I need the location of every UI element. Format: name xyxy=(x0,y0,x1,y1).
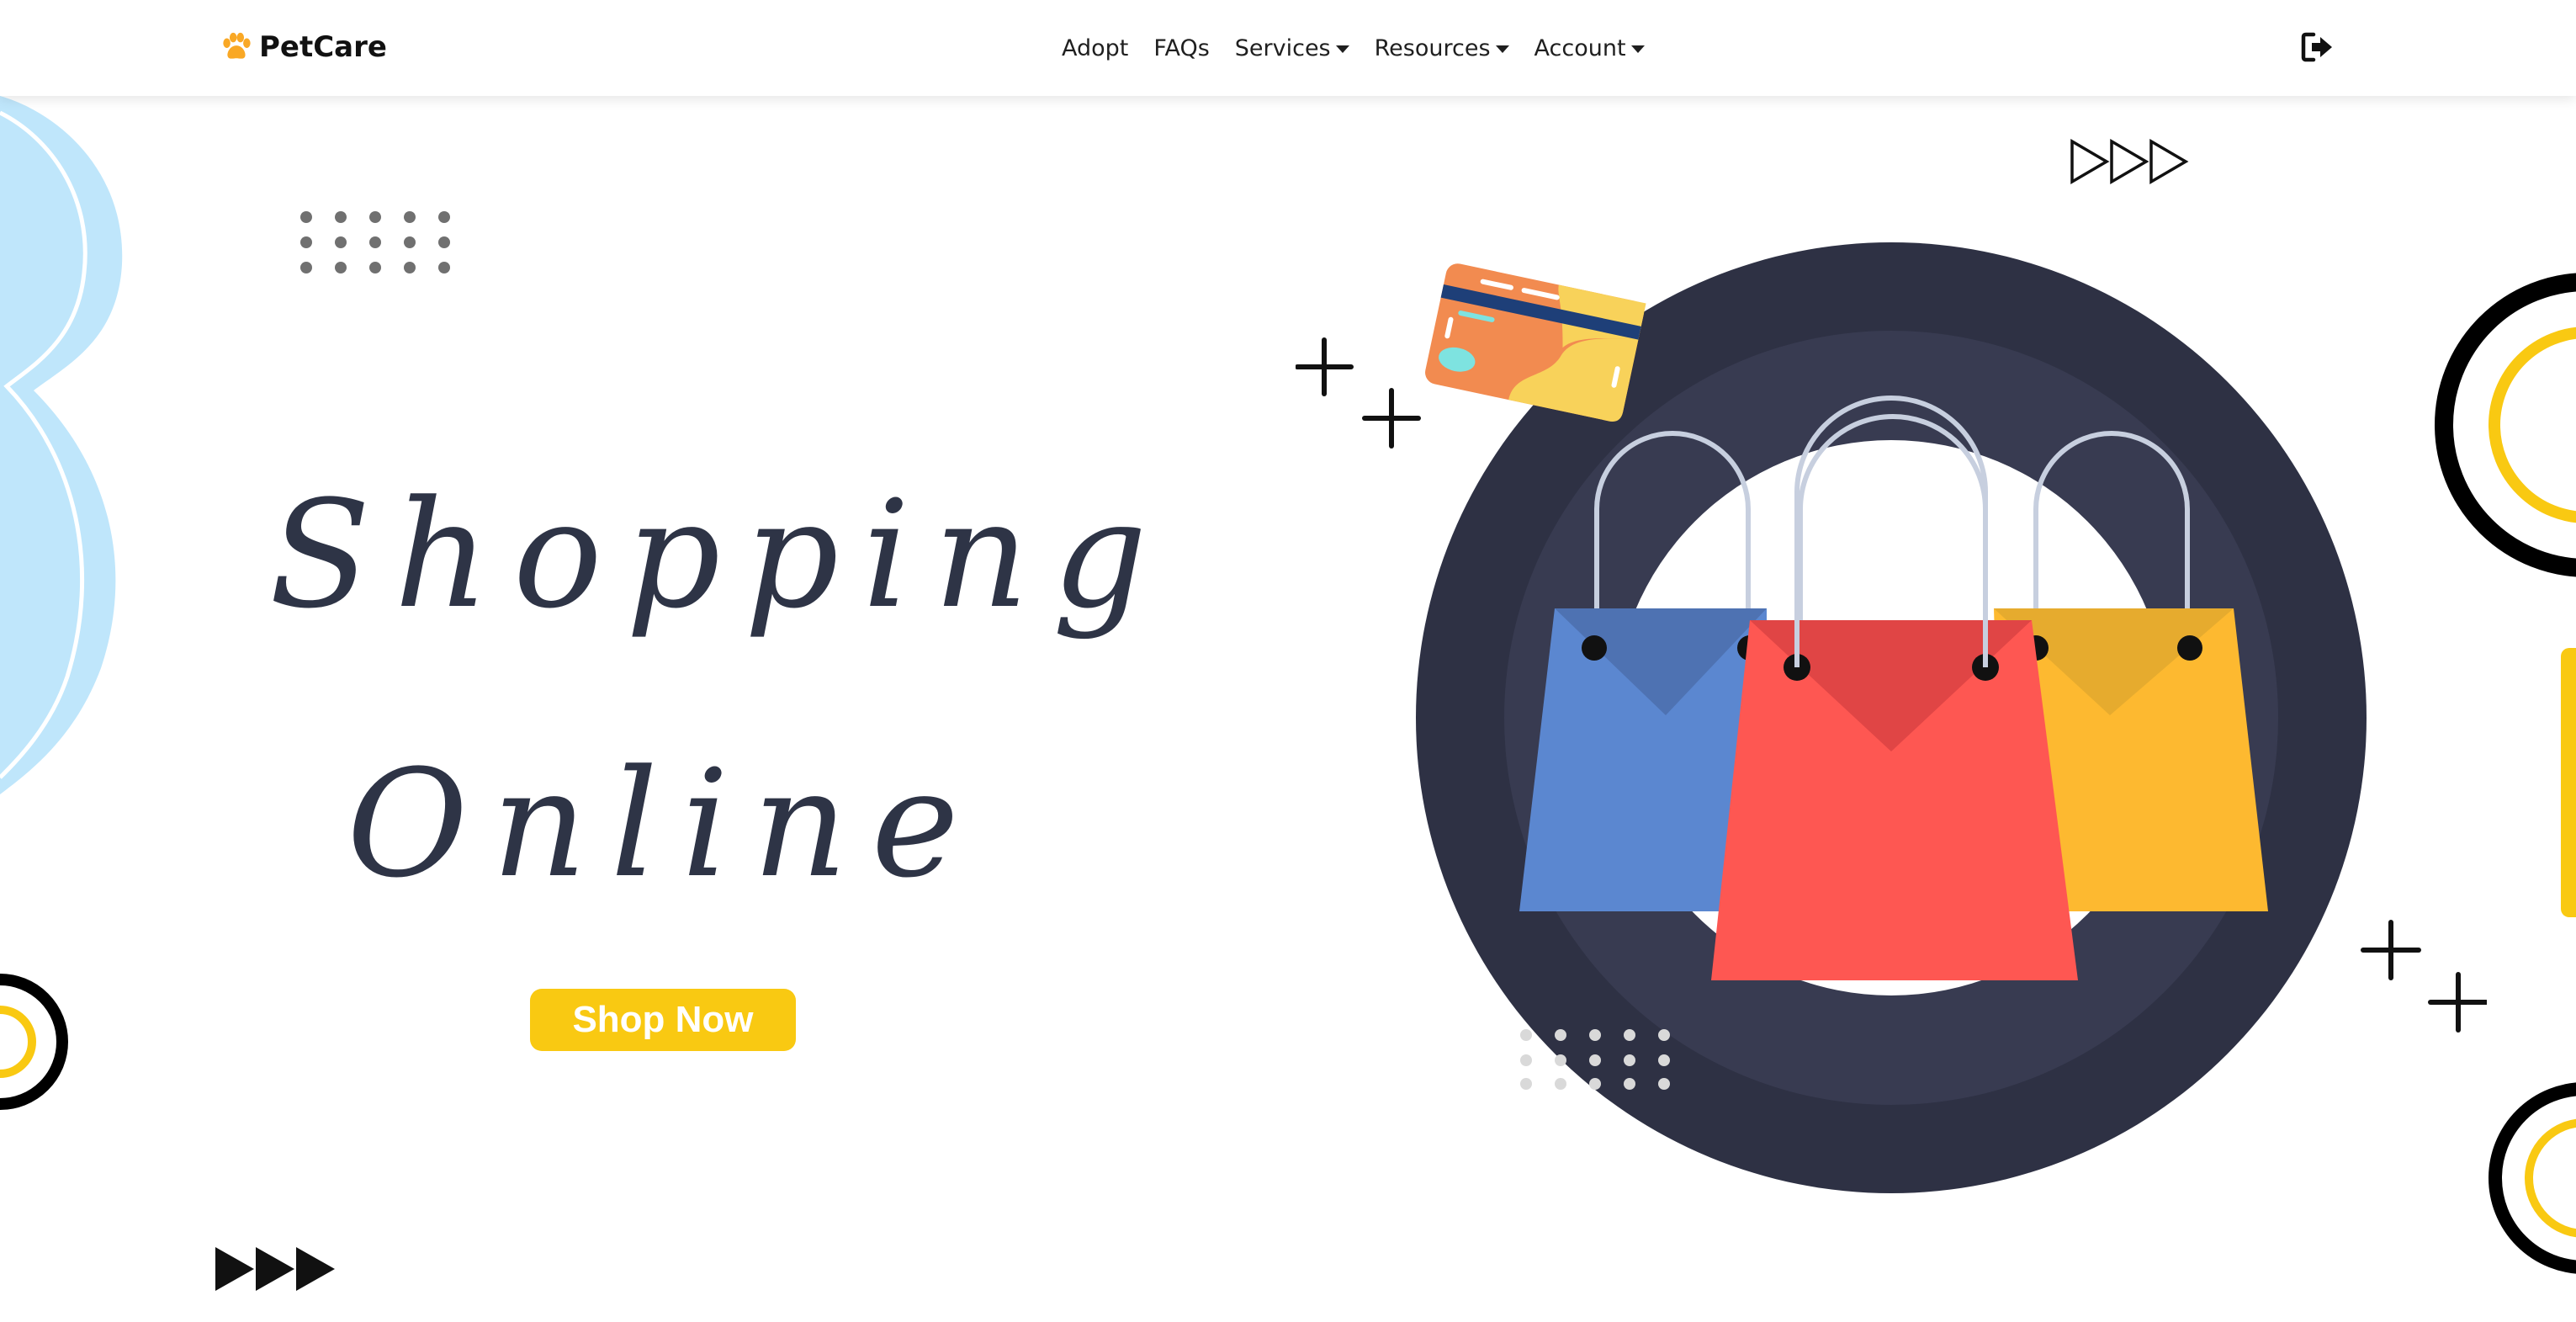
nav-item-label: FAQs xyxy=(1153,35,1210,61)
hero-title-line2: Online xyxy=(347,738,983,911)
sign-out-icon xyxy=(2301,32,2332,62)
caret-down-icon xyxy=(1495,45,1509,53)
main-nav: Adopt FAQs Services Resources Account xyxy=(1062,27,1645,69)
caret-down-icon xyxy=(1630,45,1645,53)
concentric-arc-decoration-right-bottom xyxy=(2489,1082,2576,1274)
blue-wave-blob-decoration xyxy=(0,96,123,794)
nav-item-account[interactable]: Account xyxy=(1534,35,1645,61)
logout-button[interactable] xyxy=(2300,30,2335,64)
plus-signs-decoration-right xyxy=(2361,920,2487,1033)
hero-title: Shopping Online xyxy=(269,421,1148,959)
red-bag xyxy=(1711,620,2078,980)
credit-card-icon xyxy=(1425,263,1646,422)
hero-title-line1: Shopping xyxy=(269,469,1171,641)
concentric-arc-decoration xyxy=(0,974,68,1110)
play-arrows-outline-decoration xyxy=(2070,138,2189,185)
nav-item-label: Resources xyxy=(1374,35,1491,61)
nav-item-adopt[interactable]: Adopt xyxy=(1062,35,1128,61)
nav-item-label: Adopt xyxy=(1062,35,1129,61)
caret-down-icon xyxy=(1335,45,1349,53)
nav-item-faqs[interactable]: FAQs xyxy=(1153,35,1209,61)
shop-now-button[interactable]: Shop Now xyxy=(530,989,796,1051)
nav-item-label: Account xyxy=(1534,35,1626,61)
nav-item-services[interactable]: Services xyxy=(1235,35,1349,61)
nav-item-label: Services xyxy=(1234,35,1331,61)
navbar: PetCare Adopt FAQs Services Resources Ac… xyxy=(0,0,2576,96)
nav-item-resources[interactable]: Resources xyxy=(1375,35,1509,61)
paw-icon xyxy=(223,32,251,59)
brand-name: PetCare xyxy=(259,30,387,64)
brand-logo-link[interactable]: PetCare xyxy=(220,25,387,69)
concentric-arc-decoration-right-top xyxy=(2435,273,2576,577)
yellow-bar-decoration xyxy=(2561,648,2576,917)
page: PetCare Adopt FAQs Services Resources Ac… xyxy=(0,0,2576,1322)
play-arrows-solid-decoration xyxy=(215,1247,335,1291)
plus-signs-decoration-left xyxy=(1296,337,1421,449)
dots-grid-decoration xyxy=(300,211,450,273)
